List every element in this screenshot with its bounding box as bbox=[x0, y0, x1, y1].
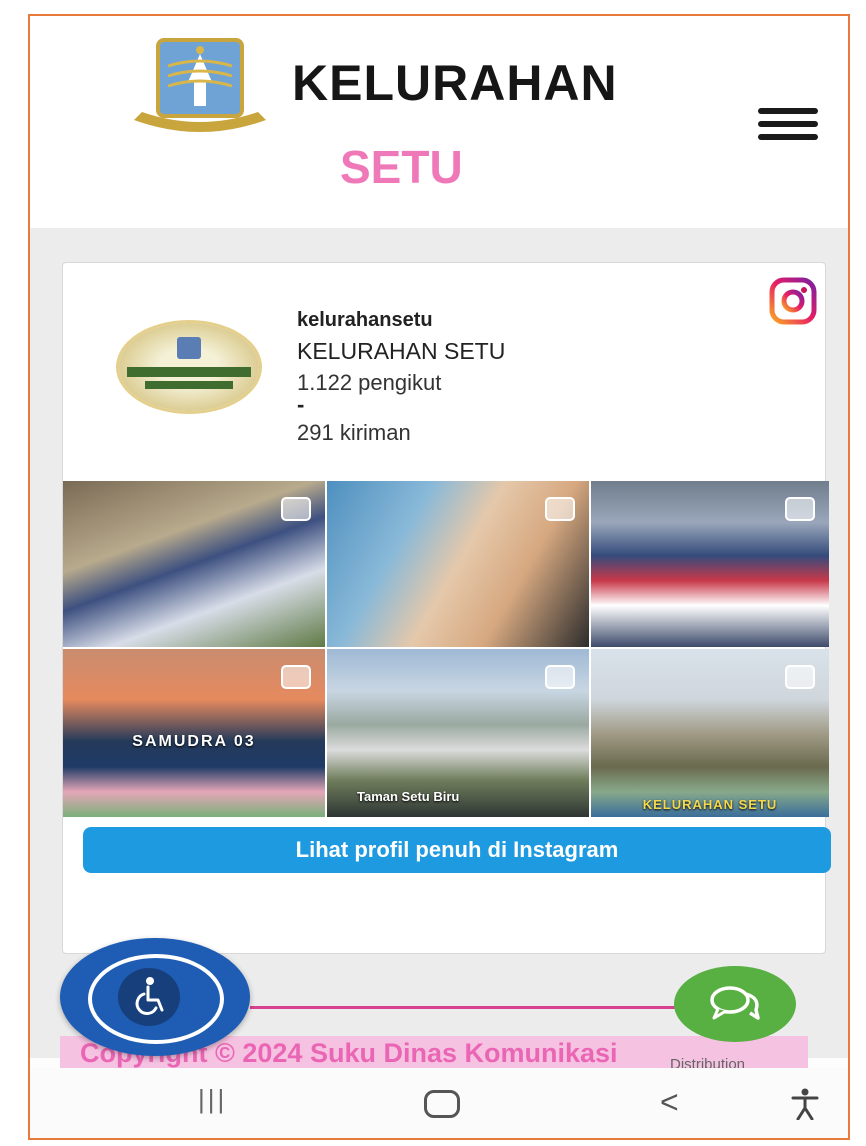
chat-button[interactable] bbox=[674, 966, 796, 1042]
multi-image-icon bbox=[281, 665, 311, 689]
accessibility-person-icon[interactable] bbox=[790, 1088, 820, 1120]
multi-image-icon bbox=[281, 497, 311, 521]
instagram-icon[interactable] bbox=[769, 277, 817, 325]
divider-line bbox=[250, 1006, 690, 1009]
wheelchair-accessibility-icon bbox=[135, 977, 164, 1016]
multi-image-icon bbox=[545, 497, 575, 521]
posts-count: 291 kiriman bbox=[297, 420, 411, 445]
hamburger-menu-icon[interactable] bbox=[758, 108, 818, 148]
chat-bubbles-icon bbox=[710, 986, 760, 1020]
multi-image-icon bbox=[785, 497, 815, 521]
menu-bar bbox=[758, 134, 818, 140]
multi-image-icon bbox=[785, 665, 815, 689]
main-content: kelurahansetu KELURAHAN SETU 1.122 pengi… bbox=[30, 228, 848, 1058]
site-subtitle: SETU bbox=[340, 141, 463, 193]
accessibility-button[interactable] bbox=[60, 938, 250, 1056]
profile-display-name: KELURAHAN SETU bbox=[297, 338, 506, 364]
post-caption: SAMUDRA 03 bbox=[132, 733, 256, 750]
post-thumbnail[interactable] bbox=[327, 481, 589, 647]
page-frame: KELURAHAN SETU kelurahansetu KELURAHAN S… bbox=[28, 14, 850, 1140]
profile-info: kelurahansetu KELURAHAN SETU 1.122 pengi… bbox=[297, 309, 505, 448]
stats-separator: - bbox=[297, 392, 305, 417]
android-navigation-bar: ||| < bbox=[30, 1068, 848, 1138]
menu-bar bbox=[758, 121, 818, 127]
followers-count: 1.122 pengikut bbox=[297, 370, 442, 395]
profile-username[interactable]: kelurahansetu bbox=[297, 309, 505, 332]
post-thumbnail[interactable]: KELURAHAN SETU bbox=[591, 649, 829, 817]
instagram-posts-grid: SAMUDRA 03 Taman Setu Biru KELURAHAN SET… bbox=[63, 481, 829, 817]
avatar-banner bbox=[127, 367, 251, 377]
instagram-widget: kelurahansetu KELURAHAN SETU 1.122 pengi… bbox=[62, 262, 831, 954]
post-thumbnail[interactable] bbox=[63, 481, 325, 647]
recent-apps-button[interactable]: ||| bbox=[198, 1084, 227, 1124]
post-thumbnail[interactable]: SAMUDRA 03 bbox=[63, 649, 325, 817]
site-header: KELURAHAN SETU bbox=[30, 16, 848, 229]
avatar-emblem-icon bbox=[177, 337, 201, 359]
post-caption: Taman Setu Biru bbox=[357, 789, 460, 804]
menu-bar bbox=[758, 108, 818, 114]
home-icon[interactable] bbox=[424, 1090, 460, 1118]
profile-avatar[interactable] bbox=[119, 323, 259, 411]
dki-jakarta-emblem-icon[interactable] bbox=[128, 36, 272, 136]
post-caption: KELURAHAN SETU bbox=[642, 797, 778, 812]
avatar-banner bbox=[145, 381, 233, 389]
back-button[interactable]: < bbox=[660, 1084, 679, 1124]
post-thumbnail[interactable]: Taman Setu Biru bbox=[327, 649, 589, 817]
multi-image-icon bbox=[545, 665, 575, 689]
post-thumbnail[interactable] bbox=[591, 481, 829, 647]
view-instagram-profile-button[interactable]: Lihat profil penuh di Instagram bbox=[83, 827, 831, 873]
site-title: KELURAHAN bbox=[292, 55, 618, 111]
